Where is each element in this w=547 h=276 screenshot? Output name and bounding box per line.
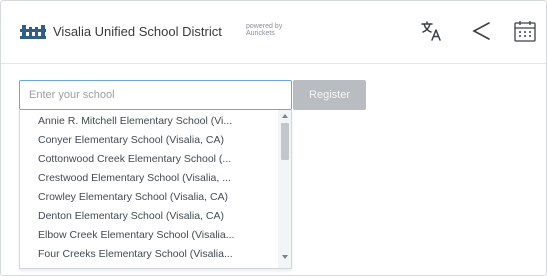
powered-by-brand: Aurickets	[246, 30, 275, 37]
school-option[interactable]: Crestwood Elementary School (Visalia, ..…	[20, 169, 276, 188]
school-list: Annie R. Mitchell Elementary School (Vi.…	[20, 112, 276, 264]
school-option[interactable]: Four Creeks Elementary School (Visalia..…	[20, 245, 276, 264]
school-search-input[interactable]	[19, 80, 292, 110]
school-option[interactable]: Cottonwood Creek Elementary School (...	[20, 150, 276, 169]
school-option[interactable]: Annie R. Mitchell Elementary School (Vi.…	[20, 112, 276, 131]
dropdown-scrollbar[interactable]	[278, 110, 291, 268]
app-frame: Visalia Unified School District powered …	[0, 0, 547, 276]
powered-by-line: powered by	[246, 23, 283, 30]
school-option[interactable]: Conyer Elementary School (Visalia, CA)	[20, 131, 276, 150]
scrollbar-thumb[interactable]	[281, 123, 289, 160]
school-option[interactable]: Denton Elementary School (Visalia, CA)	[20, 207, 276, 226]
district-logo-icon	[20, 25, 46, 39]
powered-by-label: powered by Aurickets	[246, 23, 282, 37]
calendar-icon[interactable]	[512, 18, 538, 44]
school-option[interactable]: Crowley Elementary School (Visalia, CA)	[20, 188, 276, 207]
scroll-down-arrow-icon[interactable]	[282, 255, 288, 259]
translate-icon[interactable]	[419, 18, 445, 44]
scroll-up-arrow-icon[interactable]	[282, 114, 288, 118]
district-name: Visalia Unified School District	[53, 24, 222, 39]
school-option[interactable]: Elbow Creek Elementary School (Visalia..…	[20, 226, 276, 245]
header: Visalia Unified School District powered …	[1, 1, 546, 64]
register-button[interactable]: Register	[293, 80, 366, 110]
share-icon[interactable]	[468, 18, 494, 44]
school-dropdown: Annie R. Mitchell Elementary School (Vi.…	[19, 110, 292, 269]
